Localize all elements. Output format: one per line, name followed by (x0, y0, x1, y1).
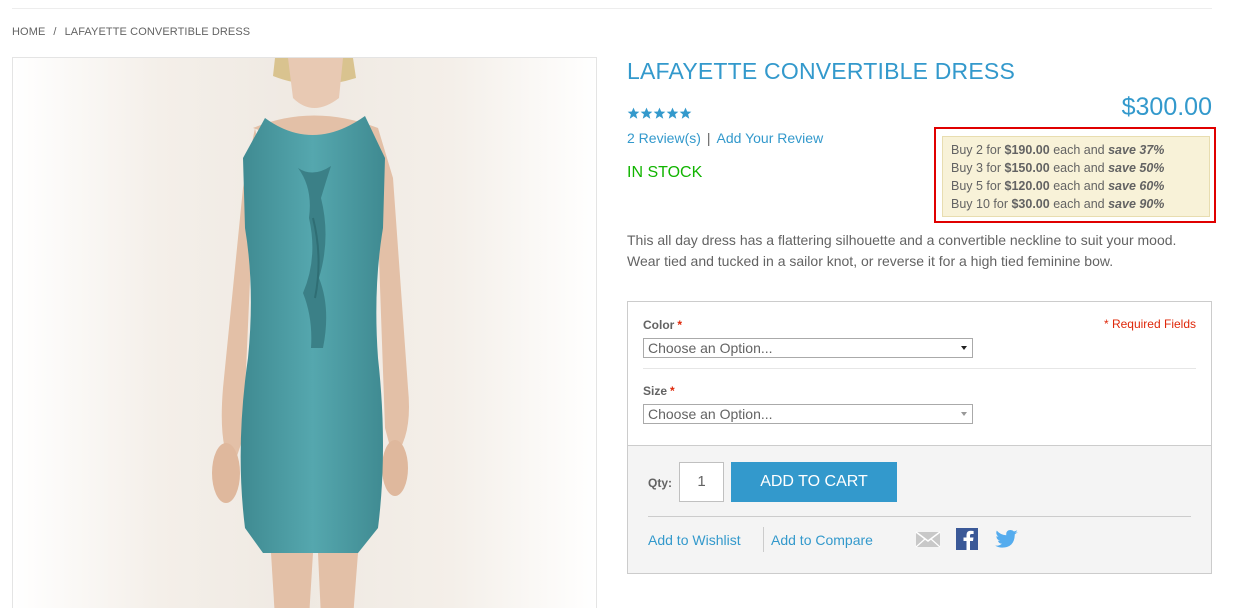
link-separator (763, 527, 764, 552)
breadcrumb-home-link[interactable]: HOME (12, 26, 45, 38)
twitter-icon[interactable] (994, 528, 1020, 550)
chevron-down-icon (961, 346, 967, 350)
tier-price-row: Buy 5 for $120.00 each and save 60% (951, 179, 1165, 193)
qty-input[interactable]: 1 (679, 462, 724, 502)
review-separator: | (706, 130, 711, 146)
add-to-compare-link[interactable]: Add to Compare (771, 532, 873, 548)
qty-label: Qty: (648, 476, 672, 490)
tier-price-row: Buy 10 for $30.00 each and save 90% (951, 197, 1165, 211)
add-to-cart-button[interactable]: ADD TO CART (731, 462, 897, 502)
tier-price-box: Buy 2 for $190.00 each and save 37% Buy … (942, 136, 1210, 217)
breadcrumb: HOME / LAFAYETTE CONVERTIBLE DRESS (12, 26, 250, 38)
chevron-down-icon (961, 412, 967, 416)
breadcrumb-separator: / (53, 26, 57, 38)
product-title: LAFAYETTE CONVERTIBLE DRESS (627, 58, 1015, 84)
color-select[interactable]: Choose an Option... (643, 338, 973, 358)
add-to-wishlist-link[interactable]: Add to Wishlist (648, 532, 741, 548)
tier-price-row: Buy 2 for $190.00 each and save 37% (951, 143, 1165, 157)
required-fields-note: * Required Fields (1103, 317, 1196, 331)
star-icon (653, 107, 666, 119)
review-links: 2 Review(s) | Add Your Review (627, 130, 823, 146)
breadcrumb-current: LAFAYETTE CONVERTIBLE DRESS (64, 26, 251, 38)
star-icon (627, 107, 640, 119)
star-icon (640, 107, 653, 119)
dress-model-image (13, 58, 596, 608)
star-icon (679, 107, 692, 119)
product-image[interactable] (12, 57, 597, 608)
options-section: * Required Fields Color * Choose an Optio… (628, 302, 1211, 445)
options-divider (643, 368, 1196, 369)
cart-divider (648, 516, 1191, 517)
stock-status: IN STOCK (627, 164, 703, 181)
rating-stars[interactable] (627, 107, 692, 120)
product-options-box: * Required Fields Color * Choose an Optio… (627, 301, 1212, 574)
star-icon (666, 107, 679, 119)
facebook-icon[interactable] (954, 528, 980, 550)
size-select[interactable]: Choose an Option... (643, 404, 973, 424)
tier-price-row: Buy 3 for $150.00 each and save 50% (951, 161, 1165, 175)
top-divider (12, 8, 1212, 9)
product-price: $300.00 (1121, 93, 1212, 121)
reviews-count-link[interactable]: 2 Review(s) (627, 130, 701, 146)
add-review-link[interactable]: Add Your Review (717, 130, 824, 146)
color-label: Color * (643, 318, 683, 332)
add-to-cart-section: Qty: 1 ADD TO CART Add to Wishlist Add t… (628, 445, 1211, 573)
email-icon[interactable] (915, 528, 941, 550)
size-label: Size * (643, 384, 675, 398)
product-description: This all day dress has a flattering silh… (627, 232, 1177, 269)
